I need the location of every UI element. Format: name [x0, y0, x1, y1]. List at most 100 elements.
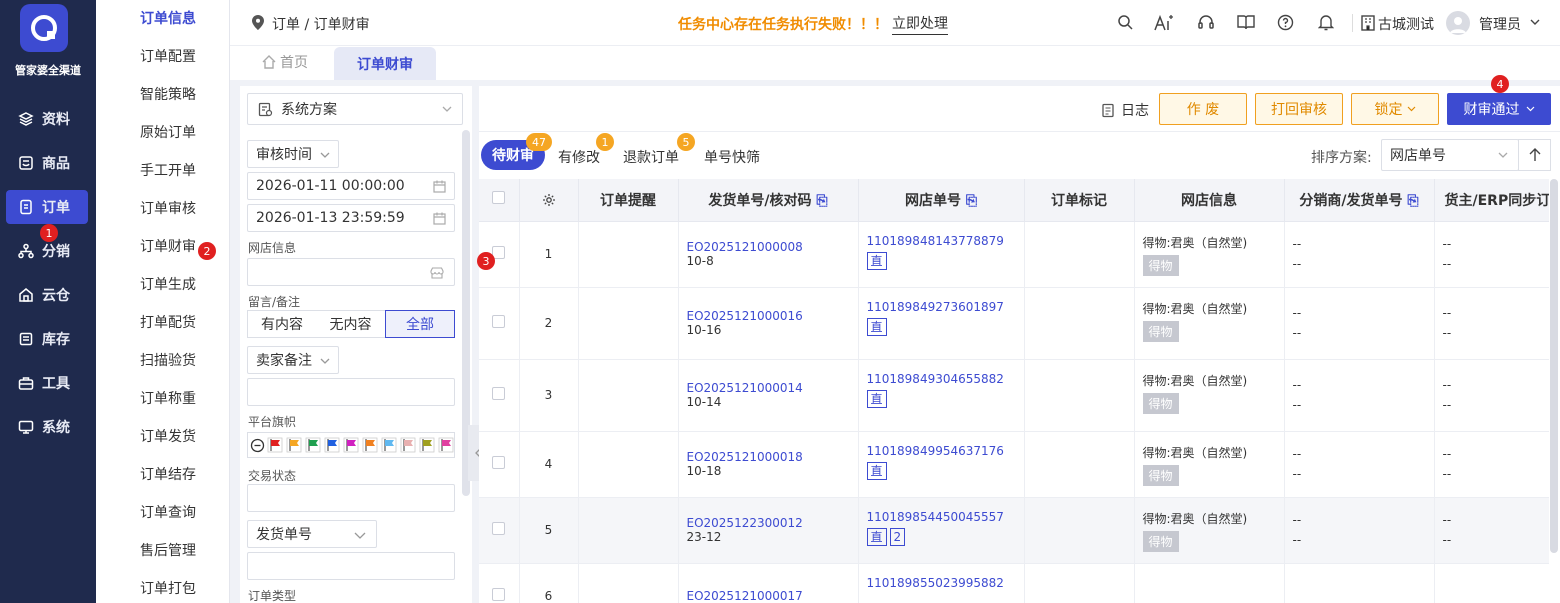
table-row[interactable]: 2 EO2025121000016 10-16 110189849273601897 直… [479, 287, 1549, 360]
no-flag-icon[interactable] [250, 438, 265, 453]
flag-icon[interactable] [419, 437, 435, 453]
shop-info-select[interactable] [247, 258, 455, 286]
reject-button[interactable]: 打回审核 [1255, 93, 1343, 125]
bell-icon[interactable] [1318, 14, 1334, 31]
ship-no-link[interactable]: EO2025121000018 [687, 450, 858, 464]
sort-direction-button[interactable] [1518, 139, 1551, 171]
submenu-item[interactable]: 订单配置 [140, 46, 196, 66]
nav-item-resources[interactable]: 资料 [0, 102, 96, 136]
shop-no-link[interactable]: 110189855023995882 [867, 576, 1024, 590]
row-checkbox[interactable] [492, 522, 506, 535]
col-shop-no[interactable]: 网店单号 ⎘ [858, 179, 1025, 222]
trade-status-select[interactable] [247, 484, 455, 512]
start-date-input[interactable]: 2026-01-11 00:00:00 [247, 172, 455, 200]
ship-no-link[interactable]: EO2025121000017 [687, 589, 858, 603]
flag-icon[interactable] [286, 437, 302, 453]
ship-no-type-select[interactable]: 发货单号 [247, 520, 377, 548]
avatar[interactable] [1446, 11, 1470, 35]
submenu-item[interactable]: 原始订单 [140, 122, 196, 142]
shop-no-link[interactable]: 110189849273601897 [867, 300, 1024, 314]
remark-option-all[interactable]: 全部 [385, 310, 455, 338]
row-checkbox[interactable] [492, 315, 506, 328]
flag-icon[interactable] [324, 437, 340, 453]
col-shop-info[interactable]: 网店信息 [1134, 179, 1285, 222]
copy-icon[interactable]: ⎘ [816, 193, 827, 209]
submenu-item[interactable]: 打单配货 [140, 312, 196, 332]
status-tab-quick-filter[interactable]: 单号快筛 [704, 147, 760, 167]
tab-finance-review[interactable]: 订单财审 [334, 47, 436, 80]
help-icon[interactable] [1277, 14, 1294, 31]
app-logo[interactable] [20, 4, 68, 52]
shop-no-link[interactable]: 110189848143778879 [867, 234, 1024, 248]
chevron-down-icon[interactable] [1530, 18, 1540, 26]
submenu-item[interactable]: 订单生成 [140, 274, 196, 294]
search-icon[interactable] [1117, 14, 1133, 30]
nav-item-products[interactable]: 商品 [0, 146, 96, 180]
remark-option-none[interactable]: 无内容 [316, 310, 386, 338]
ship-no-input[interactable] [247, 552, 455, 580]
table-row[interactable]: 4 EO2025121000018 10-18 110189849954637176 直… [479, 431, 1549, 498]
ai-icon[interactable] [1154, 14, 1176, 32]
ship-no-link[interactable]: EO2025122300012 [687, 516, 858, 530]
nav-item-distribution[interactable]: 分销 [0, 234, 96, 268]
flag-icon[interactable] [305, 437, 321, 453]
submenu-item-finance-review[interactable]: 订单财审 [140, 236, 196, 256]
table-scrollbar[interactable] [1550, 179, 1558, 553]
select-all-checkbox[interactable] [492, 191, 506, 205]
submenu-item[interactable]: 手工开单 [140, 160, 196, 180]
gear-icon[interactable] [542, 193, 556, 207]
row-checkbox[interactable] [492, 456, 506, 469]
flag-icon[interactable] [400, 437, 416, 453]
flag-icon[interactable] [267, 437, 283, 453]
alert-action-link[interactable]: 立即处理 [892, 13, 948, 35]
headset-icon[interactable] [1197, 14, 1215, 32]
col-distributor[interactable]: 分销商/发货单号 ⎘ [1284, 179, 1435, 222]
row-checkbox[interactable] [492, 588, 506, 601]
submenu-item[interactable]: 扫描验货 [140, 350, 196, 370]
submenu-item[interactable]: 智能策略 [140, 84, 196, 104]
submenu-item[interactable]: 订单打包 [140, 578, 196, 598]
seller-note-select[interactable]: 卖家备注 [247, 346, 339, 374]
col-ship-no[interactable]: 发货单号/核对码 ⎘ [678, 179, 859, 222]
nav-item-tools[interactable]: 工具 [0, 366, 96, 400]
flag-icon[interactable] [343, 437, 359, 453]
ship-no-link[interactable]: EO2025121000008 [687, 240, 858, 254]
row-checkbox[interactable] [492, 387, 506, 400]
ship-no-link[interactable]: EO2025121000014 [687, 381, 858, 395]
remark-option-has[interactable]: 有内容 [247, 310, 317, 338]
seller-note-input[interactable] [247, 378, 455, 406]
flag-icon[interactable] [381, 437, 397, 453]
submenu-item[interactable]: 订单称重 [140, 388, 196, 408]
col-owner[interactable]: 货主/ERP同步订 [1434, 179, 1549, 222]
col-reminder[interactable]: 订单提醒 [578, 179, 679, 222]
book-icon[interactable] [1237, 14, 1255, 30]
table-row[interactable]: 6 EO2025121000017 110189855023995882 [479, 563, 1549, 603]
tab-home[interactable]: 首页 [262, 46, 308, 78]
col-order-mark[interactable]: 订单标记 [1024, 179, 1135, 222]
sort-select[interactable]: 网店单号 [1381, 139, 1519, 171]
submenu-item[interactable]: 订单信息 [140, 8, 196, 28]
store-name[interactable]: 古城测试 [1378, 14, 1434, 34]
scheme-select[interactable]: 系统方案 [247, 93, 463, 125]
status-tab-modified[interactable]: 有修改 [558, 147, 600, 167]
end-date-input[interactable]: 2026-01-13 23:59:59 [247, 204, 455, 232]
void-button[interactable]: 作 废 [1159, 93, 1247, 125]
flag-icon[interactable] [438, 437, 454, 453]
submenu-item[interactable]: 订单发货 [140, 426, 196, 446]
nav-item-system[interactable]: 系统 [0, 410, 96, 444]
nav-item-orders[interactable]: 订单 [6, 190, 88, 224]
table-row[interactable]: 3 EO2025121000014 10-14 110189849304655882 直… [479, 359, 1549, 432]
flag-icon[interactable] [362, 437, 378, 453]
submenu-item[interactable]: 订单审核 [140, 198, 196, 218]
copy-icon[interactable]: ⎘ [1407, 193, 1418, 209]
ship-no-link[interactable]: EO2025121000016 [687, 309, 858, 323]
log-button[interactable]: 日志 [1101, 100, 1149, 120]
user-name[interactable]: 管理员 [1479, 14, 1521, 34]
status-tab-refund[interactable]: 退款订单 [623, 147, 679, 167]
lock-button[interactable]: 锁定 [1351, 93, 1439, 125]
submenu-item[interactable]: 售后管理 [140, 540, 196, 560]
submenu-item[interactable]: 订单结存 [140, 464, 196, 484]
shop-no-link[interactable]: 110189849954637176 [867, 444, 1024, 458]
submenu-item[interactable]: 订单查询 [140, 502, 196, 522]
shop-no-link[interactable]: 110189854450045557 [867, 510, 1024, 524]
